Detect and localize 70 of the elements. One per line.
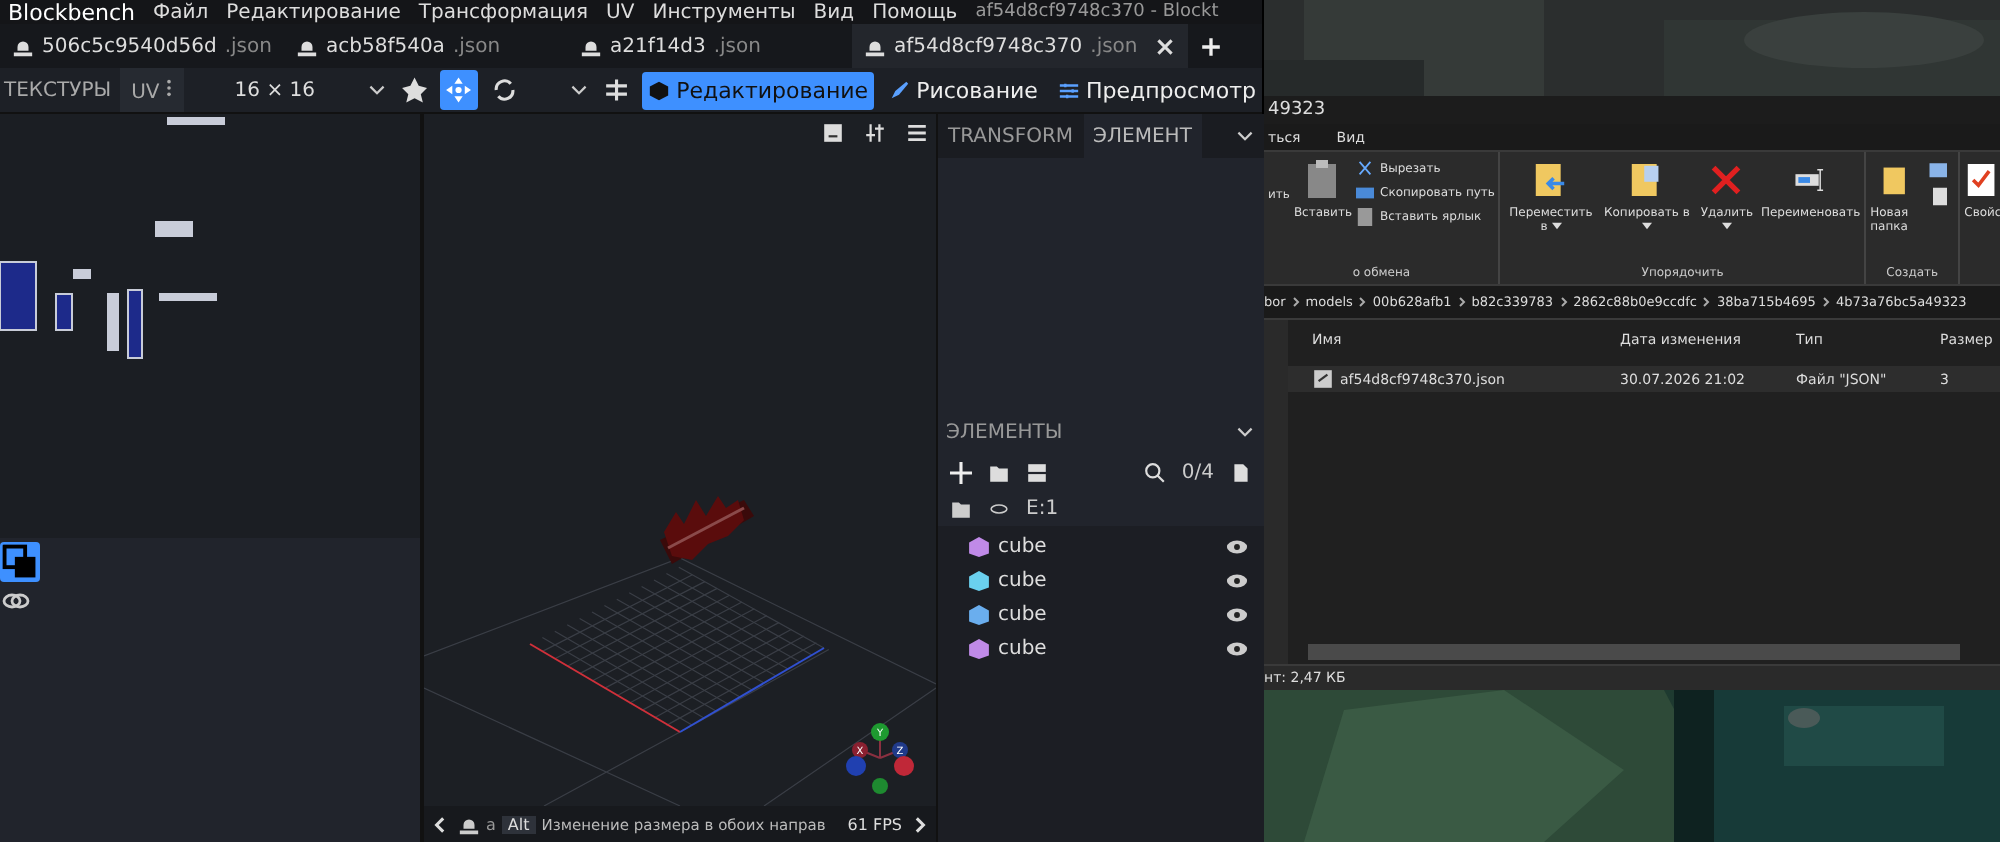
folder-copy-icon xyxy=(1630,160,1663,200)
resolution-dropdown[interactable]: 16 × 16 xyxy=(191,77,358,103)
eye-icon[interactable] xyxy=(1226,638,1248,660)
chevron-icon[interactable] xyxy=(1358,296,1367,308)
path-icon xyxy=(1356,184,1374,202)
key-hint: Alt xyxy=(501,815,536,833)
shortcut-icon xyxy=(1356,208,1374,226)
panel-tab[interactable]: ЭЛЕМЕНТ xyxy=(1083,114,1202,158)
menu-item[interactable]: Помощь xyxy=(872,1,958,23)
chevron-icon[interactable] xyxy=(1702,296,1711,308)
mode-tab[interactable]: Рисование xyxy=(882,71,1044,109)
app-name: Blockbench xyxy=(8,0,135,24)
eye-icon[interactable] xyxy=(1226,570,1248,592)
mode-tab[interactable]: Предпросмотр xyxy=(1051,71,1262,109)
delete-icon xyxy=(1710,160,1743,200)
caret-icon xyxy=(1551,222,1562,230)
scrollbar[interactable] xyxy=(1308,644,1960,660)
chevron-icon[interactable] xyxy=(1559,296,1568,308)
file-tab[interactable]: a21f14d3 .json xyxy=(568,24,852,68)
search-icon[interactable] xyxy=(1143,461,1166,483)
close-icon[interactable] xyxy=(1154,35,1176,57)
file-tab[interactable]: acb58f540a .json xyxy=(284,24,568,68)
menu-icon[interactable] xyxy=(906,122,928,144)
file-icon[interactable] xyxy=(1230,461,1252,483)
menu-item[interactable]: Редактирование xyxy=(226,1,401,23)
window-title: af54d8cf9748c370 - Blockt xyxy=(975,2,1219,22)
status-text: a xyxy=(486,815,496,833)
caret-icon xyxy=(1721,222,1732,230)
add-icon[interactable] xyxy=(950,461,972,483)
menu-item[interactable]: Трансформация xyxy=(418,1,589,23)
cube-icon xyxy=(648,79,671,101)
scissors-icon xyxy=(1356,160,1374,178)
chevron-icon[interactable] xyxy=(1821,296,1830,308)
path-label: E:1 xyxy=(1026,497,1059,519)
fps-counter: 61 FPS xyxy=(847,815,902,833)
panel-title: ЭЛЕМЕНТЫ xyxy=(946,421,1063,443)
folder-icon[interactable] xyxy=(988,461,1010,483)
file-tab[interactable]: af54d8cf9748c370 .json xyxy=(852,24,1188,68)
panel-title: ТЕКСТУРЫ xyxy=(2,79,112,101)
panel-tab[interactable]: TRANSFORM xyxy=(938,114,1084,158)
menu-item[interactable]: Файл xyxy=(153,1,209,23)
sliders-icon xyxy=(1057,79,1080,101)
sliders-icon[interactable] xyxy=(864,122,886,144)
window-title: 49323 xyxy=(1268,100,1326,120)
menu-item[interactable]: UV xyxy=(606,1,635,23)
copy-icon[interactable] xyxy=(0,542,40,582)
eye-icon[interactable] xyxy=(1226,604,1248,626)
menu-item[interactable]: Инструменты xyxy=(652,1,796,23)
element-name[interactable]: cube xyxy=(998,570,1047,592)
menu-item[interactable]: Вид xyxy=(813,1,855,23)
checklist-icon xyxy=(1966,160,1999,200)
element-name[interactable]: cube xyxy=(998,604,1047,626)
folder-icon[interactable] xyxy=(950,497,972,519)
layers-icon[interactable] xyxy=(1026,461,1048,483)
eye-icon[interactable] xyxy=(1226,536,1248,558)
file-tab[interactable]: 506c5c9540d56d .json xyxy=(0,24,284,68)
image-icon[interactable] xyxy=(822,122,844,144)
chevron-icon[interactable] xyxy=(1291,296,1300,308)
uv-tab[interactable]: UV xyxy=(119,68,184,112)
file-icon xyxy=(1312,368,1334,390)
element-name[interactable]: cube xyxy=(998,536,1047,558)
clipboard-icon xyxy=(1306,160,1339,200)
caret-icon xyxy=(1641,222,1652,230)
more-icon[interactable] xyxy=(165,77,172,97)
chevron-icon[interactable] xyxy=(1457,296,1466,308)
add-tab-icon[interactable] xyxy=(1200,35,1222,57)
mode-tab[interactable]: Редактирование xyxy=(642,71,875,109)
element-name[interactable]: cube xyxy=(998,638,1047,660)
brush-icon xyxy=(888,79,911,101)
element-counter: 0/4 xyxy=(1181,461,1214,483)
